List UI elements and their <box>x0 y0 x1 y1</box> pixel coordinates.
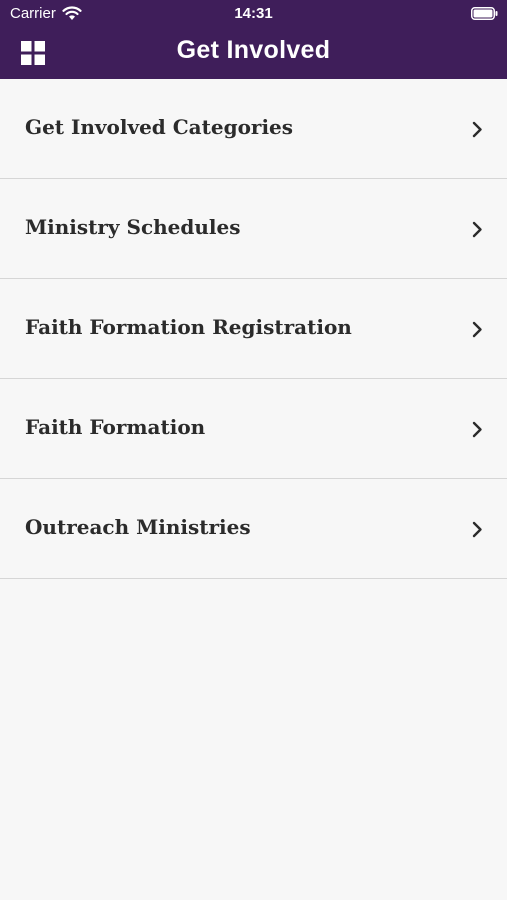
page-title: Get Involved <box>176 36 331 64</box>
battery-icon <box>471 7 498 20</box>
nav-header: Carrier 14:31 Get Involved <box>0 0 507 79</box>
list-item-faith-formation[interactable]: Faith Formation <box>0 379 507 479</box>
list-item-get-involved-categories[interactable]: Get Involved Categories <box>0 79 507 179</box>
list-item-label: Faith Formation Registration <box>25 315 352 339</box>
list-item-label: Outreach Ministries <box>25 515 251 539</box>
chevron-right-icon <box>472 421 482 438</box>
list-item-ministry-schedules[interactable]: Ministry Schedules <box>0 179 507 279</box>
list-item-label: Get Involved Categories <box>25 115 294 139</box>
list-item-faith-formation-registration[interactable]: Faith Formation Registration <box>0 279 507 379</box>
status-bar: Carrier 14:31 <box>0 0 507 28</box>
list-item-outreach-ministries[interactable]: Outreach Ministries <box>0 479 507 579</box>
chevron-right-icon <box>472 521 482 538</box>
menu-list: Get Involved Categories Ministry Schedul… <box>0 79 507 579</box>
list-item-label: Faith Formation <box>25 415 206 439</box>
status-time: 14:31 <box>234 5 273 22</box>
chevron-right-icon <box>472 221 482 238</box>
chevron-right-icon <box>472 321 482 338</box>
chevron-right-icon <box>472 121 482 138</box>
list-item-label: Ministry Schedules <box>25 215 241 239</box>
